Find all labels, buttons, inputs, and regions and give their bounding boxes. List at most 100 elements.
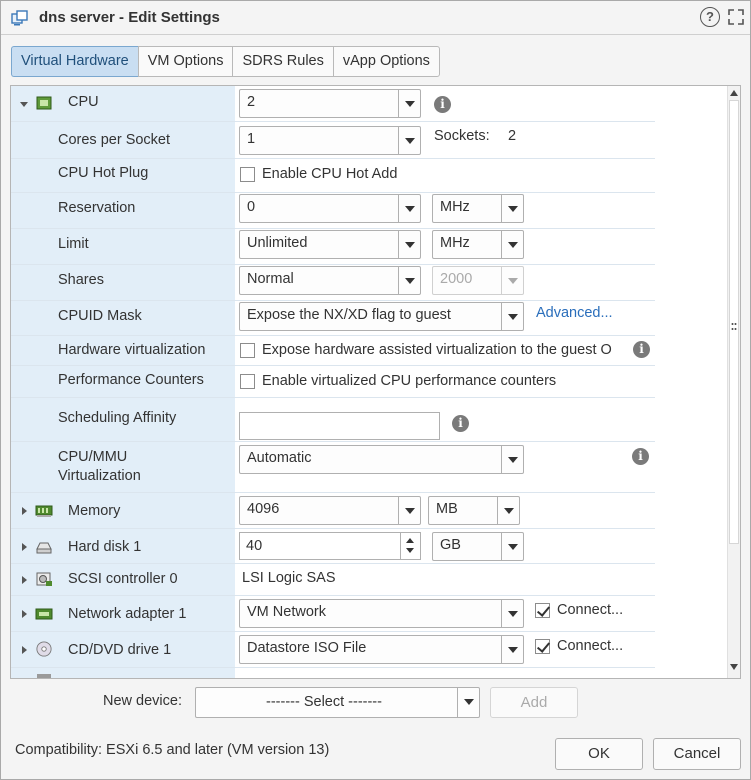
vertical-scrollbar[interactable] (727, 86, 740, 678)
memory-input[interactable]: 4096 (239, 496, 421, 525)
cancel-button[interactable]: Cancel (653, 738, 741, 770)
hard-disk-size-spinner[interactable]: 40 (239, 532, 421, 560)
ok-button[interactable]: OK (555, 738, 643, 770)
network-connect-checkbox[interactable] (535, 603, 550, 618)
cd-dvd-drive-row: CD/DVD drive 1 Datastore ISO File Connec… (11, 632, 727, 668)
info-icon[interactable]: i (632, 448, 649, 465)
scsi-controller-icon (36, 572, 52, 586)
scsi-controller-label: SCSI controller 0 (68, 571, 178, 587)
chevron-down-icon (501, 600, 523, 627)
vm-icon (11, 10, 28, 26)
network-select[interactable]: VM Network (239, 599, 524, 628)
cd-dvd-label: CD/DVD drive 1 (68, 642, 172, 658)
reservation-value: 0 (247, 199, 256, 215)
expand-arrow-icon[interactable] (19, 575, 29, 585)
cpu-mmu-value: Automatic (247, 450, 312, 466)
limit-unit-select[interactable]: MHz (432, 230, 524, 259)
info-icon[interactable]: i (434, 96, 451, 113)
scroll-up-icon[interactable] (730, 90, 738, 96)
cd-dvd-select[interactable]: Datastore ISO File (239, 635, 524, 664)
hard-disk-unit-select[interactable]: GB (432, 532, 524, 561)
cd-dvd-connect-text: Connect... (557, 638, 624, 654)
hardware-virtualization-row: Hardware virtualization Expose hardware … (11, 336, 727, 366)
expand-arrow-icon[interactable] (19, 645, 29, 655)
performance-counters-row: Performance Counters Enable virtualized … (11, 366, 727, 398)
cpuid-mask-label: CPUID Mask (58, 308, 142, 324)
memory-value: 4096 (247, 501, 280, 517)
chevron-down-icon (501, 446, 523, 473)
chevron-down-icon (398, 497, 420, 524)
cpu-mmu-label-line2: Virtualization (58, 468, 141, 484)
cores-per-socket-label: Cores per Socket (58, 132, 171, 148)
chevron-down-icon (398, 195, 420, 222)
tab-sdrs-rules[interactable]: SDRS Rules (232, 46, 333, 77)
limit-input[interactable]: Unlimited (239, 230, 421, 259)
cpu-mmu-select[interactable]: Automatic (239, 445, 524, 474)
title-bar: dns server - Edit Settings ? (1, 1, 750, 35)
perf-counters-checkbox[interactable] (240, 374, 255, 389)
compatibility-text: Compatibility: ESXi 6.5 and later (VM ve… (15, 742, 330, 758)
chevron-down-icon (497, 497, 519, 524)
expand-arrow-icon[interactable] (19, 506, 29, 516)
cpuid-mask-value: Expose the NX/XD flag to guest (247, 307, 451, 323)
sockets-value: 2 (508, 128, 517, 144)
cpuid-mask-select[interactable]: Expose the NX/XD flag to guest (239, 302, 524, 331)
scroll-down-icon[interactable] (730, 664, 738, 670)
cpu-hot-plug-label: CPU Hot Plug (58, 165, 149, 181)
hardware-virtualization-label: Hardware virtualization (58, 342, 206, 358)
new-device-select-value: ------- Select ------- (266, 694, 382, 710)
shares-row: Shares Normal 2000 (11, 265, 727, 301)
scheduling-affinity-row: Scheduling Affinity i (11, 398, 727, 442)
network-connect-text: Connect... (557, 602, 624, 618)
expand-arrow-icon[interactable] (19, 609, 29, 619)
cpu-label: CPU (68, 94, 99, 110)
cpu-mmu-virtualization-row: CPU/MMU Virtualization Automatic i (11, 442, 727, 493)
shares-select[interactable]: Normal (239, 266, 421, 295)
network-adapter-icon (35, 608, 53, 620)
new-device-select[interactable]: ------- Select ------- (195, 687, 480, 718)
cd-dvd-icon (36, 641, 52, 657)
cores-per-socket-select[interactable]: 1 (239, 126, 421, 155)
scsi-controller-type: LSI Logic SAS (242, 570, 336, 586)
chevron-down-icon (398, 127, 420, 154)
scheduling-affinity-input[interactable] (239, 412, 440, 440)
scsi-controller-row: SCSI controller 0 LSI Logic SAS (11, 564, 727, 596)
collapse-arrow-icon[interactable] (19, 99, 29, 109)
cpu-hot-add-text: Enable CPU Hot Add (262, 166, 398, 182)
info-icon[interactable]: i (633, 341, 650, 358)
tab-virtual-hardware[interactable]: Virtual Hardware (11, 46, 138, 77)
tab-vapp-options[interactable]: vApp Options (332, 46, 440, 77)
cpu-hot-add-checkbox[interactable] (240, 167, 255, 182)
chevron-down-icon (457, 688, 479, 717)
limit-unit-value: MHz (440, 235, 470, 251)
expose-hw-virt-checkbox[interactable] (240, 343, 255, 358)
info-icon[interactable]: i (452, 415, 469, 432)
advanced-link[interactable]: Advanced... (536, 305, 613, 321)
help-icon[interactable]: ? (700, 7, 720, 27)
memory-label: Memory (68, 503, 121, 519)
edit-settings-dialog: dns server - Edit Settings ? Virtual Har… (0, 0, 751, 780)
cores-per-socket-value: 1 (247, 131, 256, 147)
add-device-button[interactable]: Add (490, 687, 578, 718)
performance-counters-label: Performance Counters (58, 372, 204, 388)
chevron-down-icon (501, 195, 523, 222)
chevron-down-icon (501, 267, 523, 294)
expand-icon[interactable] (727, 8, 745, 26)
cd-dvd-connect-checkbox[interactable] (535, 639, 550, 654)
sockets-label: Sockets: (434, 128, 490, 144)
spinner-arrows-icon[interactable] (400, 533, 420, 559)
chevron-down-icon (501, 231, 523, 258)
cpu-icon (36, 96, 52, 110)
shares-label: Shares (58, 272, 104, 288)
tab-vm-options[interactable]: VM Options (137, 46, 233, 77)
reservation-unit-select[interactable]: MHz (432, 194, 524, 223)
memory-unit-select[interactable]: MB (428, 496, 520, 525)
reservation-input[interactable]: 0 (239, 194, 421, 223)
cpu-count-select[interactable]: 2 (239, 89, 421, 118)
shares-amount-input: 2000 (432, 266, 524, 295)
cpu-count-value: 2 (247, 94, 256, 110)
reservation-label: Reservation (58, 200, 136, 216)
expose-hw-virt-text: Expose hardware assisted virtualization … (262, 342, 612, 358)
expand-arrow-icon[interactable] (19, 542, 29, 552)
chevron-down-icon (398, 267, 420, 294)
